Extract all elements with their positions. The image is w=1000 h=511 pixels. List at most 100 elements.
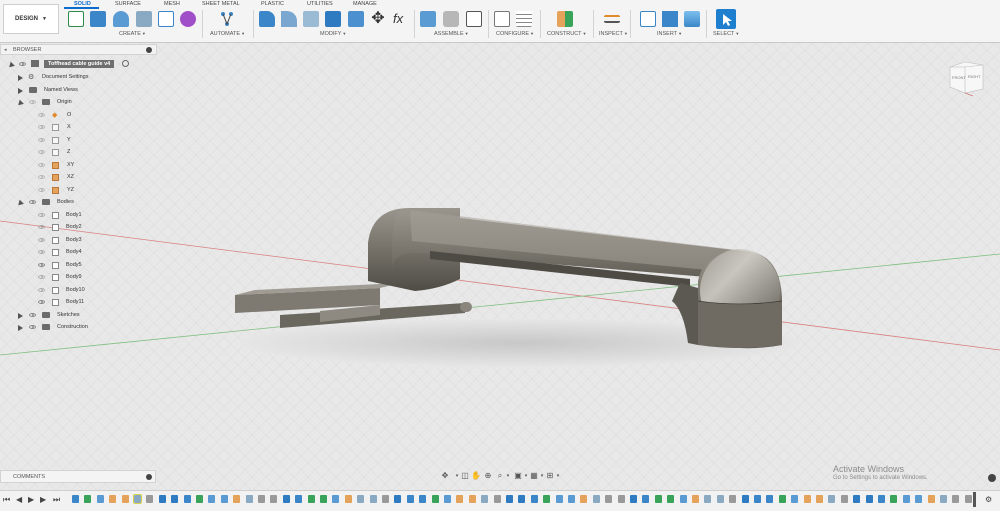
- group-modify[interactable]: MODIFY▼: [320, 31, 346, 37]
- timeline-feature-icon[interactable]: [630, 495, 637, 503]
- timeline-feature-icon[interactable]: [704, 495, 712, 503]
- timeline-feature-icon[interactable]: [258, 495, 265, 503]
- timeline-feature-icon[interactable]: [208, 495, 216, 503]
- browser-item-named-views[interactable]: Named Views: [0, 85, 160, 96]
- timeline-feature-icon[interactable]: [146, 495, 154, 503]
- browser-item-bodies[interactable]: Bodies: [0, 197, 160, 208]
- automate-icon[interactable]: [219, 11, 235, 27]
- browser-item-body1[interactable]: Body1: [0, 210, 160, 221]
- timeline-feature-icon[interactable]: [964, 495, 972, 503]
- eye-icon[interactable]: [38, 175, 45, 179]
- timeline-feature-icon[interactable]: [96, 495, 104, 503]
- notification-icon[interactable]: [988, 474, 996, 482]
- timeline-feature-icon[interactable]: [270, 495, 278, 503]
- timeline-feature-icon[interactable]: [568, 495, 575, 503]
- timeline-feature-icon[interactable]: [816, 495, 823, 503]
- tab-utilities[interactable]: UTILITIES: [307, 0, 333, 8]
- timeline-feature-icon[interactable]: [506, 495, 513, 503]
- browser-item-plane-xy[interactable]: XY: [0, 160, 160, 171]
- timeline-feature-icon[interactable]: [493, 495, 501, 503]
- eye-icon[interactable]: [38, 150, 45, 154]
- browser-item-body9[interactable]: Body9: [0, 272, 160, 283]
- eye-icon[interactable]: [29, 200, 36, 204]
- timeline-marker[interactable]: [973, 492, 976, 507]
- eye-icon[interactable]: [38, 225, 45, 229]
- timeline-feature-icon[interactable]: [766, 495, 774, 503]
- timeline-feature-icon[interactable]: [915, 495, 923, 503]
- browser-item-body2[interactable]: Body2: [0, 222, 160, 233]
- timeline-feature-icon[interactable]: [654, 495, 662, 503]
- zoom-icon[interactable]: ⊕: [483, 471, 493, 481]
- fillet-icon[interactable]: [281, 11, 297, 27]
- browser-item-body10[interactable]: Body10: [0, 285, 160, 296]
- timeline-feature-icon[interactable]: [555, 495, 563, 503]
- offset-plane-icon[interactable]: [557, 11, 573, 27]
- timeline-feature-icon[interactable]: [183, 495, 191, 503]
- eye-icon[interactable]: [38, 238, 45, 242]
- create-sketch-icon[interactable]: [68, 11, 84, 27]
- caret-right-icon[interactable]: [18, 75, 23, 81]
- eye-icon[interactable]: [38, 275, 45, 279]
- browser-item-construction[interactable]: Construction: [0, 322, 160, 333]
- eye-icon[interactable]: [29, 313, 36, 317]
- timeline-feature-icon[interactable]: [692, 495, 699, 503]
- caret-down-icon[interactable]: [16, 199, 24, 208]
- timeline-feature-icon[interactable]: [220, 495, 228, 503]
- play-icon[interactable]: ▶: [28, 495, 34, 504]
- browser-item-body11[interactable]: Body11: [0, 297, 160, 308]
- extrude-icon[interactable]: [90, 11, 106, 27]
- caret-right-icon[interactable]: [18, 325, 23, 331]
- activate-icon[interactable]: [122, 60, 129, 67]
- timeline-feature-icon[interactable]: [927, 495, 935, 503]
- timeline-feature-icon[interactable]: [394, 495, 402, 503]
- configuration-table-icon[interactable]: [516, 11, 532, 27]
- chevron-down-icon[interactable]: ▾: [553, 471, 563, 481]
- timeline-feature-icon[interactable]: [431, 495, 439, 503]
- caret-right-icon[interactable]: [18, 313, 23, 319]
- group-automate[interactable]: AUTOMATE▼: [210, 31, 245, 37]
- go-to-start-icon[interactable]: ⏮: [3, 495, 10, 505]
- viewcube-front-label[interactable]: FRONT: [952, 75, 966, 80]
- insert-derive-icon[interactable]: [640, 11, 656, 27]
- group-configure[interactable]: CONFIGURE▼: [496, 31, 534, 37]
- browser-item-plane-xz[interactable]: XZ: [0, 172, 160, 183]
- timeline-feature-icon[interactable]: [245, 495, 253, 503]
- group-inspect[interactable]: INSPECT▼: [599, 31, 628, 37]
- timeline-feature-icon[interactable]: [617, 495, 625, 503]
- timeline-settings-icon[interactable]: ⚙: [985, 495, 992, 504]
- timeline-feature-icon[interactable]: [468, 495, 476, 503]
- timeline-feature-icon[interactable]: [481, 495, 489, 503]
- timeline-feature-icon[interactable]: [382, 495, 389, 503]
- timeline-feature-icon[interactable]: [307, 495, 315, 503]
- timeline-feature-icon[interactable]: [84, 495, 92, 503]
- insert-mcmaster-icon[interactable]: [662, 11, 678, 27]
- eye-icon[interactable]: [38, 113, 45, 117]
- eye-icon[interactable]: [38, 288, 45, 292]
- browser-item-origin-point[interactable]: ◆ O: [0, 110, 160, 121]
- pan-icon[interactable]: ✋: [471, 471, 481, 481]
- browser-item-origin[interactable]: Origin: [0, 97, 160, 108]
- chamfer-icon[interactable]: [303, 11, 319, 27]
- timeline-feature-icon[interactable]: [865, 495, 873, 503]
- caret-right-icon[interactable]: [18, 88, 23, 94]
- timeline-feature-icon[interactable]: [332, 495, 340, 503]
- browser-item-sketches[interactable]: Sketches: [0, 310, 160, 321]
- orbit-icon[interactable]: ✥: [440, 471, 450, 481]
- new-component-icon[interactable]: [420, 11, 436, 27]
- timeline-feature-icon[interactable]: [840, 495, 848, 503]
- timeline-feature-icon[interactable]: [803, 495, 811, 503]
- timeline-feature-icon[interactable]: [890, 495, 898, 503]
- timeline-feature-icon[interactable]: [729, 495, 737, 503]
- create-form-icon[interactable]: [180, 11, 196, 27]
- viewcube[interactable]: FRONT RIGHT: [945, 57, 990, 99]
- timeline-feature-icon[interactable]: [369, 495, 377, 503]
- browser-item-plane-yz[interactable]: YZ: [0, 185, 160, 196]
- parameters-icon[interactable]: fx: [393, 11, 409, 27]
- timeline-feature-icon[interactable]: [419, 495, 427, 503]
- browser-item-axis-x[interactable]: X: [0, 122, 160, 133]
- timeline-feature-icon[interactable]: [72, 495, 79, 503]
- tab-manage[interactable]: MANAGE: [353, 0, 377, 8]
- eye-icon[interactable]: [38, 125, 45, 129]
- timeline-feature-icon[interactable]: [121, 495, 129, 503]
- timeline-feature-icon[interactable]: [109, 495, 117, 503]
